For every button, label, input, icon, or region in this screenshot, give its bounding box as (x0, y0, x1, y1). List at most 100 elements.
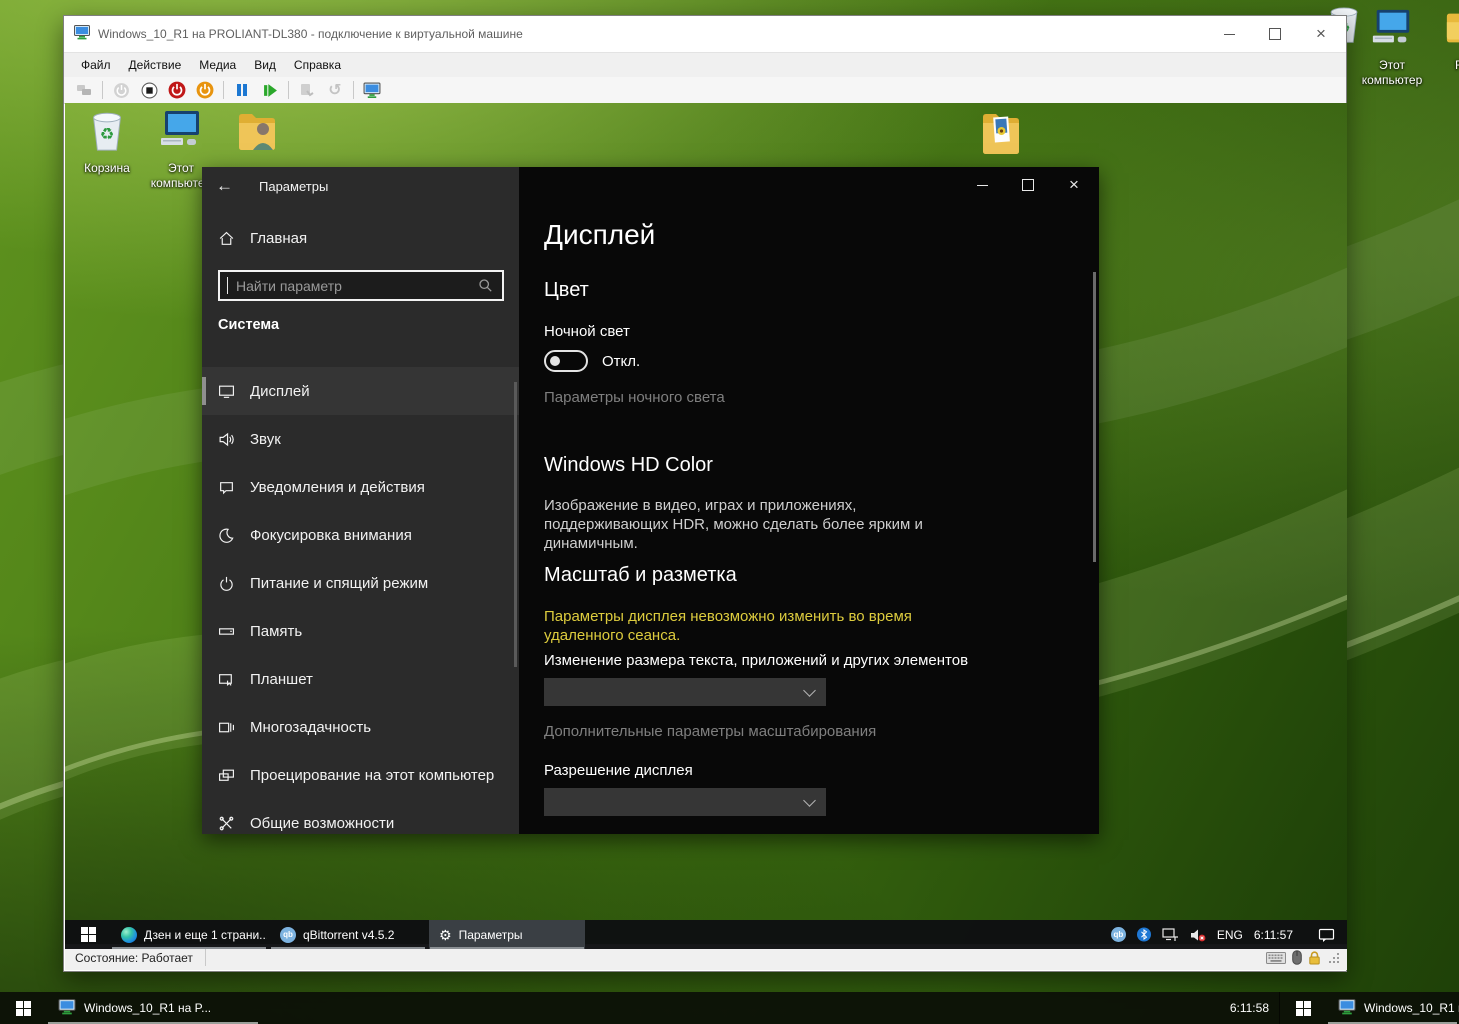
volume-muted-icon[interactable] (1190, 928, 1206, 942)
sidebar-item-home[interactable]: Главная (202, 219, 519, 257)
night-light-settings-link[interactable]: Параметры ночного света (544, 389, 725, 406)
settings-close-button[interactable]: × (1051, 167, 1097, 203)
vm-minimize-button[interactable] (1206, 16, 1252, 52)
night-light-label: Ночной свет (544, 323, 630, 340)
host-taskbar-monitor2: Windows_10_R1 на P... (1279, 992, 1459, 1024)
host-desktop-icon-folder[interactable]: Ron (1428, 6, 1459, 73)
night-light-toggle[interactable]: Откл. (544, 350, 640, 372)
power-icon[interactable] (111, 80, 131, 100)
sidebar-item-sound[interactable]: Звук (202, 415, 519, 463)
vm-task-settings[interactable]: ⚙ Параметры (429, 920, 585, 949)
vm-maximize-button[interactable] (1252, 16, 1298, 52)
task-label: Windows_10_R1 на P... (1364, 1001, 1459, 1015)
network-icon[interactable] (1162, 928, 1179, 942)
checkpoint-icon[interactable] (297, 80, 317, 100)
turn-off-icon[interactable] (167, 80, 187, 100)
color-section-heading: Цвет (544, 279, 589, 302)
menu-view[interactable]: Вид (245, 55, 285, 75)
toggle-off-icon (544, 350, 588, 372)
host-task-vmconnect[interactable]: Windows_10_R1 на P... (46, 992, 260, 1024)
vm-desktop-icon-recycle-bin[interactable]: ♻ Корзина (69, 107, 145, 176)
scaling-dropdown[interactable] (544, 678, 826, 706)
revert-icon[interactable]: ↺ (325, 80, 345, 100)
pause-icon[interactable] (232, 80, 252, 100)
vm-clock[interactable]: 6:11:57 (1254, 928, 1293, 942)
search-input[interactable] (228, 277, 478, 295)
resize-grip[interactable] (1327, 951, 1341, 965)
resolution-dropdown[interactable] (544, 788, 826, 816)
start-icon[interactable] (260, 80, 280, 100)
sidebar-item-label: Проецирование на этот компьютер (250, 767, 494, 784)
shut-down-icon[interactable] (139, 80, 159, 100)
search-icon[interactable] (478, 278, 493, 293)
settings-minimize-button[interactable] (959, 167, 1005, 203)
vm-desktop-icon-user-folder[interactable] (219, 107, 295, 162)
task-label: Параметры (459, 928, 523, 942)
back-arrow-icon[interactable]: ← (216, 176, 240, 198)
sidebar-item-shared-experiences[interactable]: Общие возможности (202, 799, 519, 847)
resolution-label: Разрешение дисплея (544, 762, 693, 779)
settings-search-box[interactable] (218, 270, 504, 301)
save-state-icon[interactable] (195, 80, 215, 100)
shared-experiences-icon (218, 815, 235, 832)
sidebar-item-label: Звук (250, 431, 281, 448)
vm-desktop-icon-pictures-folder[interactable] (963, 105, 1039, 166)
host-start-button-2[interactable] (1280, 992, 1326, 1024)
action-center-icon[interactable] (1318, 927, 1335, 943)
menu-file[interactable]: Файл (72, 55, 120, 75)
vm-window-titlebar[interactable]: Windows_10_R1 на PROLIANT-DL380 - подклю… (64, 16, 1346, 52)
multitasking-icon (218, 719, 235, 736)
sidebar-item-multitasking[interactable]: Многозадачность (202, 703, 519, 751)
settings-maximize-button[interactable] (1005, 167, 1051, 203)
lock-icon (1308, 951, 1321, 965)
menu-action[interactable]: Действие (120, 55, 191, 75)
enhanced-session-icon[interactable] (362, 80, 382, 100)
language-indicator[interactable]: ENG (1217, 928, 1243, 942)
chevron-down-icon (803, 684, 816, 697)
sidebar-item-label: Общие возможности (250, 815, 394, 832)
sidebar-item-label: Уведомления и действия (250, 479, 425, 496)
vm-system-tray: qb ENG 6:11:57 (1111, 920, 1347, 949)
sidebar-item-projecting[interactable]: Проецирование на этот компьютер (202, 751, 519, 799)
host-task-vmconnect-2[interactable]: Windows_10_R1 на P... (1326, 992, 1459, 1024)
sidebar-scrollbar[interactable] (514, 382, 517, 667)
vm-task-qbittorrent[interactable]: qb qBittorrent v4.5.2 (270, 920, 426, 949)
vm-task-edge[interactable]: Дзен и еще 1 страни... (111, 920, 267, 949)
task-label: Дзен и еще 1 страни... (144, 928, 267, 942)
this-pc-icon (1369, 6, 1415, 55)
settings-sidebar: ← Параметры Главная (202, 167, 519, 834)
sound-icon (218, 431, 235, 448)
recycle-bin-icon: ♻ (84, 107, 130, 158)
host-clock[interactable]: 6:11:58 (1230, 992, 1279, 1024)
sidebar-item-display[interactable]: Дисплей (202, 367, 519, 415)
sidebar-section-header: Система (218, 317, 279, 333)
content-scrollbar[interactable] (1093, 272, 1096, 562)
host-start-button[interactable] (0, 992, 46, 1024)
mouse-icon (1292, 950, 1302, 965)
host-desktop-icon-this-pc[interactable]: Этот компьютер (1354, 6, 1430, 88)
vm-start-button[interactable] (65, 920, 111, 949)
sidebar-item-focus-assist[interactable]: Фокусировка внимания (202, 511, 519, 559)
vm-connection-window: Windows_10_R1 на PROLIANT-DL380 - подклю… (63, 15, 1347, 972)
sidebar-item-label: Многозадачность (250, 719, 371, 736)
night-light-state: Откл. (602, 353, 640, 370)
sidebar-item-power-sleep[interactable]: Питание и спящий режим (202, 559, 519, 607)
menu-media[interactable]: Медиа (190, 55, 245, 75)
bluetooth-icon[interactable] (1137, 927, 1151, 942)
windows-start-icon (1296, 1001, 1311, 1016)
sidebar-item-label: Память (250, 623, 302, 640)
qbittorrent-icon: qb (280, 927, 296, 943)
sidebar-item-storage[interactable]: Память (202, 607, 519, 655)
menu-help[interactable]: Справка (285, 55, 350, 75)
storage-icon (218, 623, 235, 640)
advanced-scaling-link[interactable]: Дополнительные параметры масштабирования (544, 723, 876, 740)
qbittorrent-tray-icon[interactable]: qb (1111, 927, 1126, 942)
desktop-icon-label: Ron (1455, 58, 1459, 73)
ctrl-alt-del-icon[interactable] (74, 80, 94, 100)
sidebar-item-tablet[interactable]: Планшет (202, 655, 519, 703)
vm-close-button[interactable]: × (1298, 16, 1344, 52)
hdr-section-heading: Windows HD Color (544, 454, 713, 477)
hdr-description: Изображение в видео, играх и приложениях… (544, 497, 982, 553)
sidebar-item-notifications[interactable]: Уведомления и действия (202, 463, 519, 511)
vm-window-title: Windows_10_R1 на PROLIANT-DL380 - подклю… (98, 27, 523, 41)
